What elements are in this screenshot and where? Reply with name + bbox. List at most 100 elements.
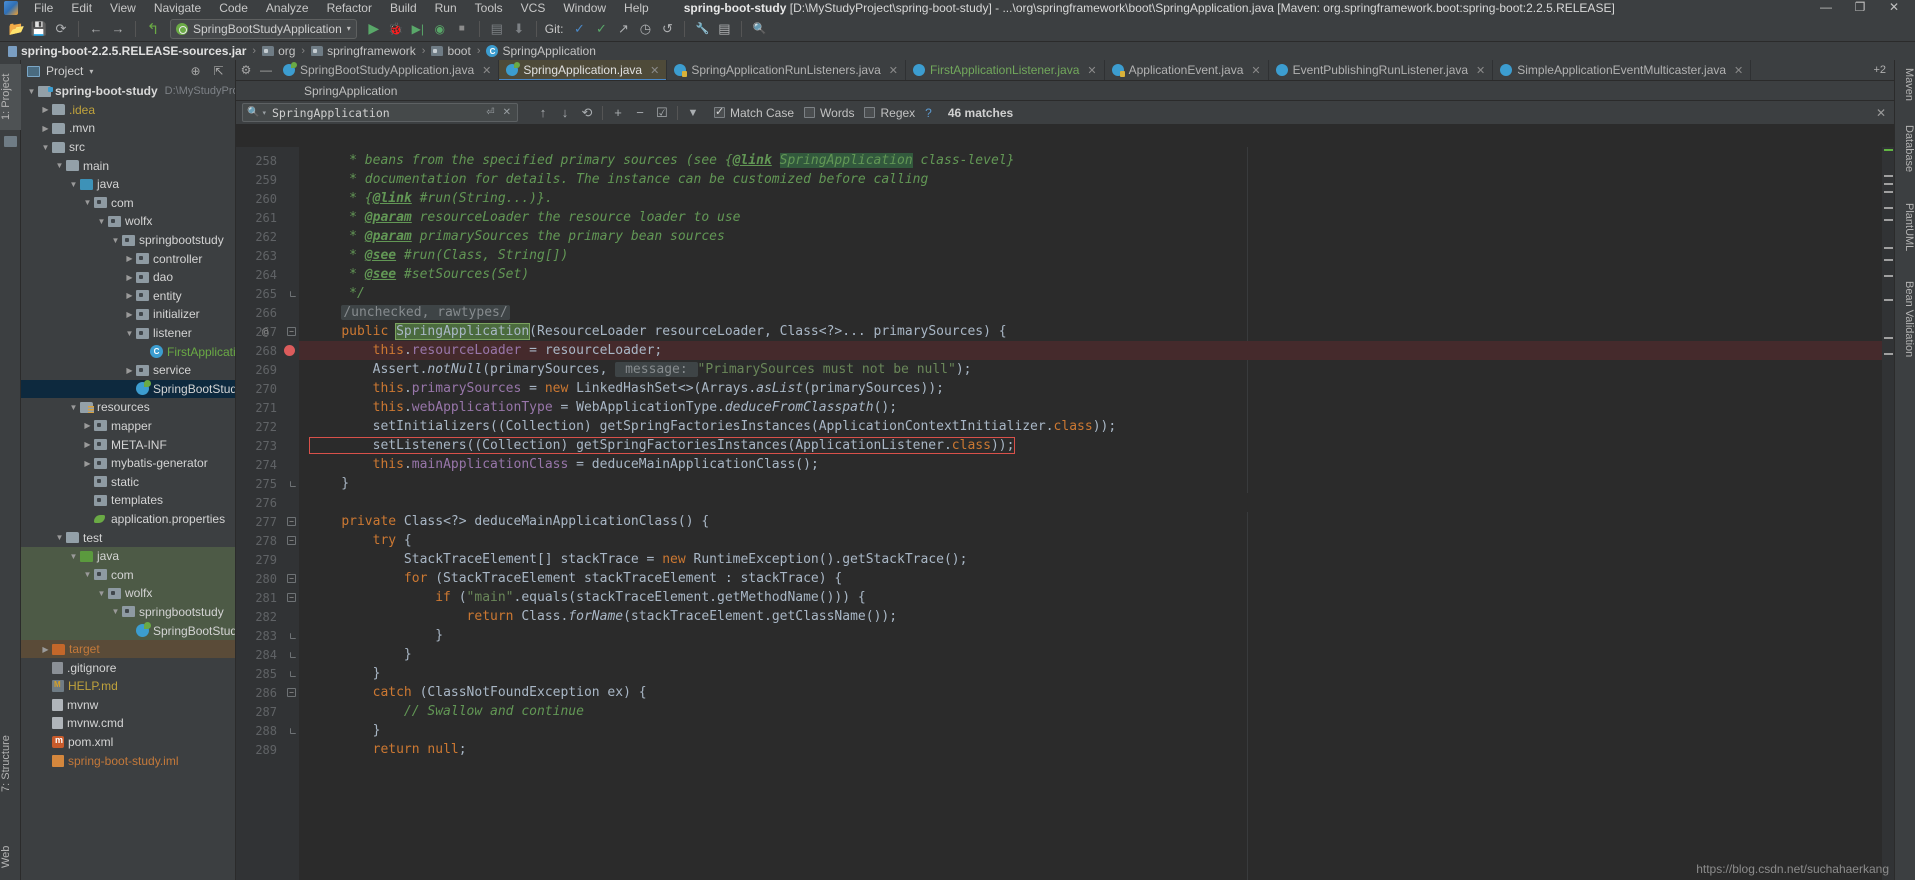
select-all-occurrences-button[interactable]: ☑ (651, 103, 673, 123)
code-line-273[interactable]: setListeners((Collection) getSpringFacto… (299, 436, 1894, 455)
chevron-down-icon[interactable]: ▾ (260, 109, 268, 117)
gutter-line-273[interactable]: 273 (236, 436, 299, 455)
close-tab-icon[interactable]: ✕ (1476, 64, 1485, 77)
expand-arrow-icon[interactable]: ▼ (109, 607, 122, 616)
gutter-line-283[interactable]: 283 (236, 626, 299, 645)
breadcrumb-item-4[interactable]: C SpringApplication (486, 44, 596, 58)
gutter-line-275[interactable]: 275 (236, 474, 299, 493)
open-project-icon[interactable]: 📂 (6, 19, 28, 39)
regex-checkbox[interactable]: Regex (864, 106, 915, 120)
gutter-line-269[interactable]: 269 (236, 360, 299, 379)
marker-tick[interactable] (1884, 247, 1893, 249)
gutter-line-288[interactable]: 288 (236, 721, 299, 740)
find-history-icon[interactable]: ⏎ (484, 107, 496, 118)
find-input-wrapper[interactable]: 🔍 ▾ SpringApplication ⏎ ✕ (242, 103, 518, 122)
tree-node-controller[interactable]: ▶ controller (21, 249, 235, 268)
code-line-286[interactable]: catch (ClassNotFoundException ex) { (299, 683, 1894, 702)
marker-tick[interactable] (1884, 337, 1893, 339)
update-project-icon[interactable]: ⬇ (508, 19, 530, 39)
gutter-line-265[interactable]: 265 (236, 284, 299, 303)
code-line-284[interactable]: } (299, 645, 1894, 664)
collapse-arrow-icon[interactable]: ▶ (123, 273, 136, 282)
stop-button[interactable]: ■ (451, 19, 473, 39)
tree-node-spring-boot-study[interactable]: ▼ spring-boot-study D:\MyStudyProject (21, 82, 235, 101)
breakpoint-icon[interactable] (284, 345, 295, 356)
code-line-263[interactable]: * @see #run(Class, String[]) (299, 246, 1894, 265)
regex-help-link[interactable]: ? (925, 106, 932, 120)
collapse-arrow-icon[interactable]: ▶ (123, 310, 136, 319)
code-line-276[interactable] (299, 493, 1894, 512)
code-line-271[interactable]: this.webApplicationType = WebApplication… (299, 398, 1894, 417)
tree-node-java[interactable]: ▼ java (21, 175, 235, 194)
tree-node-springbootstudy[interactable]: ▼ springbootstudy (21, 231, 235, 250)
marker-tick[interactable] (1884, 149, 1893, 151)
code-line-287[interactable]: // Swallow and continue (299, 702, 1894, 721)
gutter-line-267[interactable]: 267 @ − (236, 322, 299, 341)
menu-item-window[interactable]: Window (554, 1, 615, 15)
code-line-289[interactable]: return null; (299, 740, 1894, 759)
tree-node-spring-boot-study-iml[interactable]: spring-boot-study.iml (21, 751, 235, 770)
fold-expanded-icon[interactable]: − (287, 536, 296, 545)
code-line-261[interactable]: * @param resourceLoader the resource loa… (299, 208, 1894, 227)
gutter-line-279[interactable]: 279 (236, 550, 299, 569)
run-with-coverage-button[interactable]: ▶| (407, 19, 429, 39)
back-icon[interactable]: ← (85, 19, 107, 39)
fold-expanded-icon[interactable]: − (287, 517, 296, 526)
marker-tick[interactable] (1884, 183, 1893, 185)
debug-button[interactable]: 🐞 (385, 19, 407, 39)
code-line-259[interactable]: * documentation for details. The instanc… (299, 170, 1894, 189)
expand-arrow-icon[interactable]: ▼ (95, 589, 108, 598)
forward-icon[interactable]: → (107, 19, 129, 39)
git-commit-icon[interactable]: ✓ (590, 19, 612, 39)
tree-node-com[interactable]: ▼ com (21, 565, 235, 585)
code-line-277[interactable]: private Class<?> deduceMainApplicationCl… (299, 512, 1894, 531)
tree-node-target[interactable]: ▶ target (21, 639, 235, 659)
tree-node-entity[interactable]: ▶ entity (21, 287, 235, 306)
profile-button[interactable]: ◉ (429, 19, 451, 39)
minimize-icon[interactable]: — (256, 60, 276, 80)
tree-node-help-md[interactable]: HELP.md (21, 677, 235, 696)
gutter-line-276[interactable]: 276 (236, 493, 299, 512)
expand-arrow-icon[interactable]: ▼ (39, 143, 52, 152)
marker-tick[interactable] (1884, 299, 1893, 301)
gutter-line-262[interactable]: 262 (236, 227, 299, 246)
tree-node-main[interactable]: ▼ main (21, 156, 235, 175)
code-line-264[interactable]: * @see #setSources(Set) (299, 265, 1894, 284)
tree-node-dao[interactable]: ▶ dao (21, 268, 235, 287)
gutter-line-266[interactable]: 266 (236, 303, 299, 322)
menu-item-run[interactable]: Run (426, 1, 466, 15)
find-select-all-button[interactable]: ⟲ (576, 103, 598, 123)
find-next-button[interactable]: ↓ (554, 103, 576, 123)
run-button[interactable]: ▶ (363, 19, 385, 39)
code-line-268[interactable]: this.resourceLoader = resourceLoader; (299, 341, 1894, 360)
collapse-arrow-icon[interactable]: ▶ (39, 124, 52, 133)
gutter-line-280[interactable]: 280 − (236, 569, 299, 588)
expand-arrow-icon[interactable]: ▼ (67, 403, 80, 412)
code-line-281[interactable]: if ("main".equals(stackTraceElement.getM… (299, 588, 1894, 607)
annotation-marker-icon[interactable]: @ (259, 325, 271, 338)
tree-node-springbootstudy[interactable]: ▼ springbootstudy (21, 602, 235, 622)
gutter-line-286[interactable]: 286 − (236, 683, 299, 702)
gutter-line-281[interactable]: 281 − (236, 588, 299, 607)
tree-node-com[interactable]: ▼ com (21, 194, 235, 213)
gutter-line-261[interactable]: 261 (236, 208, 299, 227)
menu-item-edit[interactable]: Edit (62, 1, 101, 15)
project-structure-icon[interactable]: ▤ (713, 19, 735, 39)
favorites-icon[interactable] (4, 136, 17, 147)
expand-arrow-icon[interactable]: ▼ (53, 161, 66, 170)
editor-tab-springapplication[interactable]: SpringApplication.java ✕ (499, 60, 668, 80)
code-line-260[interactable]: * {@link #run(String...)}. (299, 189, 1894, 208)
gutter-line-259[interactable]: 259 (236, 170, 299, 189)
gutter-line-289[interactable]: 289 (236, 740, 299, 759)
right-rail-tab-maven[interactable]: Maven (1894, 68, 1915, 101)
gutter-line-287[interactable]: 287 (236, 702, 299, 721)
close-tab-icon[interactable]: ✕ (1251, 64, 1260, 77)
tree-node-java[interactable]: ▼ java (21, 546, 235, 566)
collapse-arrow-icon[interactable]: ▶ (81, 440, 94, 449)
tree-node-resources[interactable]: ▼ resources (21, 398, 235, 417)
gutter-line-285[interactable]: 285 (236, 664, 299, 683)
marker-tick[interactable] (1884, 207, 1893, 209)
tree-node-application-properties[interactable]: application.properties (21, 510, 235, 529)
add-occurrence-button[interactable]: + (607, 103, 629, 123)
sidebar-tab-web[interactable]: Web (0, 840, 21, 874)
